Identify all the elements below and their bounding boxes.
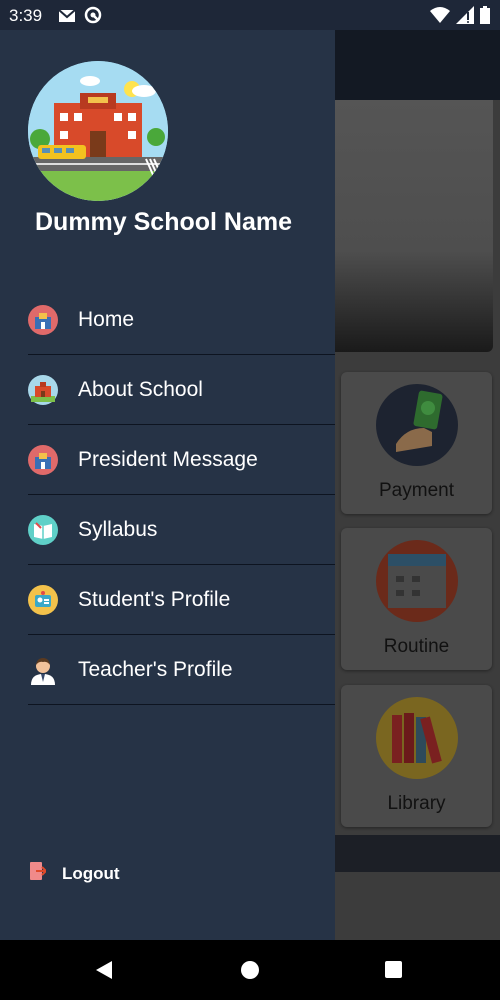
background-bottom-area [335,872,500,940]
back-icon[interactable] [90,955,120,985]
school-home-icon [28,304,58,335]
logout-icon [30,862,48,885]
payment-card[interactable]: Payment [341,372,492,514]
books-icon [376,697,458,779]
drawer-item-teachers-profile[interactable]: Teacher's Profile [28,635,335,705]
library-label: Library [387,793,446,814]
drawer-item-label: Teacher's Profile [78,657,233,681]
background-toolbar [335,30,500,100]
drawer-item-label: Student's Profile [78,587,231,611]
routine-card[interactable]: Routine [341,528,492,670]
navigation-drawer: Dummy School Name Home About School Pres… [0,30,335,940]
school-building-icon [28,374,58,405]
logout-button[interactable]: Logout [30,862,120,885]
president-icon [28,444,58,475]
calendar-icon [376,540,458,622]
drawer-item-students-profile[interactable]: Student's Profile [28,565,335,635]
home-icon[interactable] [235,955,265,985]
wifi-icon [430,7,450,28]
student-id-icon [28,584,58,615]
drawer-menu: Home About School President Message Syll… [28,285,335,705]
routine-label: Routine [383,636,450,657]
battery-icon [480,6,490,29]
background-banner [335,100,493,352]
library-card[interactable]: Library [341,685,492,827]
teacher-icon [28,655,58,685]
payment-icon [376,384,458,466]
status-bar: 3:39 [0,0,500,30]
background-bottom-bar [335,835,500,872]
drawer-item-label: Syllabus [78,517,158,541]
payment-label: Payment [379,480,454,501]
school-name: Dummy School Name [35,208,293,236]
background-app-content: Payment Routine Library [335,30,500,940]
school-logo [28,61,168,201]
sync-icon [84,6,102,29]
logout-label: Logout [62,863,120,883]
system-navigation-bar [0,940,500,1000]
drawer-item-president-message[interactable]: President Message [28,425,335,495]
drawer-item-syllabus[interactable]: Syllabus [28,495,335,565]
drawer-item-label: President Message [78,447,258,471]
drawer-item-label: Home [78,307,135,331]
drawer-item-about-school[interactable]: About School [28,355,335,425]
syllabus-book-icon [28,514,58,545]
recents-icon[interactable] [379,955,409,985]
drawer-item-label: About School [78,377,203,401]
status-time: 3:39 [9,6,43,25]
drawer-item-home[interactable]: Home [28,285,335,355]
gmail-icon [58,8,76,28]
signal-icon [456,6,474,29]
